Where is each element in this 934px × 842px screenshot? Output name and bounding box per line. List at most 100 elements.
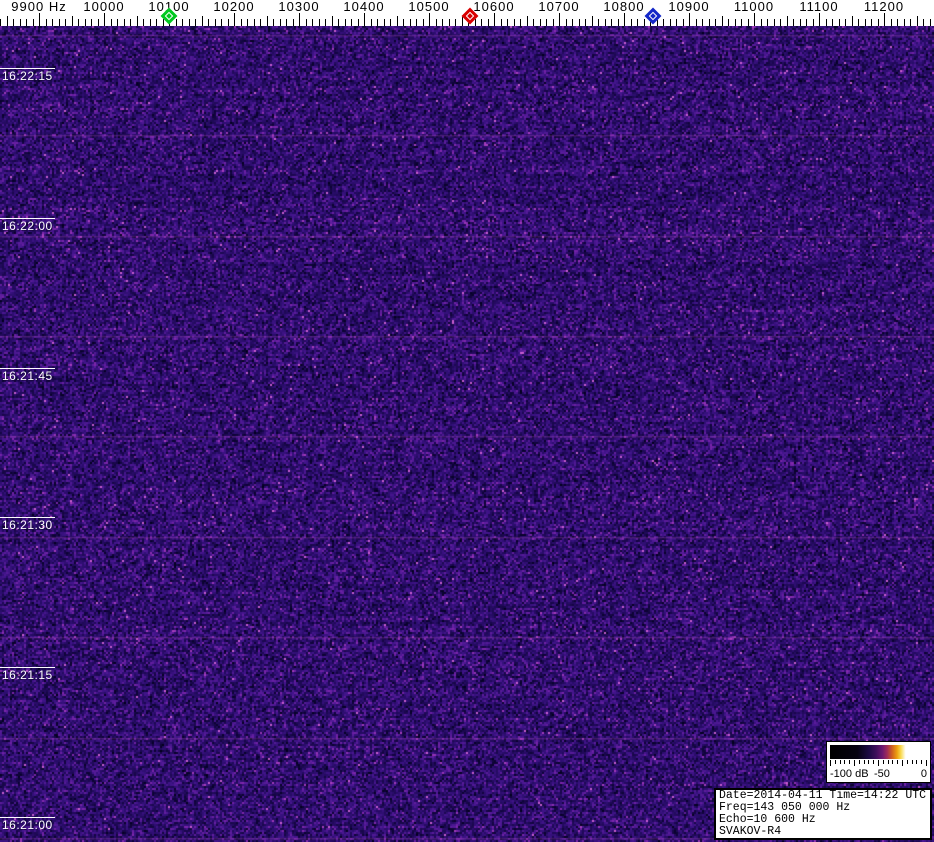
- red-marker-dot: [467, 13, 473, 19]
- freq-label: 10500: [408, 0, 450, 14]
- freq-label: 10600: [473, 0, 515, 14]
- colorbar-tick: [921, 760, 922, 764]
- freq-tick: [195, 19, 196, 26]
- freq-tick: [624, 13, 625, 26]
- freq-tick: [735, 19, 736, 26]
- freq-tick: [598, 19, 599, 26]
- freq-tick: [306, 19, 307, 26]
- color-scale-labels: -100 dB -50 0: [830, 768, 927, 780]
- freq-tick: [559, 13, 560, 26]
- freq-tick: [202, 16, 203, 26]
- freq-tick: [221, 19, 222, 26]
- freq-tick: [59, 19, 60, 26]
- freq-tick: [618, 19, 619, 26]
- colorbar-tick: [912, 760, 913, 764]
- freq-tick: [423, 19, 424, 26]
- freq-tick: [85, 19, 86, 26]
- freq-tick: [722, 16, 723, 26]
- freq-tick: [819, 13, 820, 26]
- freq-tick: [793, 19, 794, 26]
- freq-tick: [176, 19, 177, 26]
- freq-label: 10900: [668, 0, 710, 14]
- freq-tick: [130, 19, 131, 26]
- colorbar-tick: [897, 760, 898, 764]
- freq-tick: [351, 19, 352, 26]
- freq-tick: [696, 19, 697, 26]
- freq-tick: [631, 19, 632, 26]
- freq-tick: [813, 19, 814, 26]
- freq-tick: [501, 19, 502, 26]
- freq-tick: [780, 19, 781, 26]
- freq-tick: [215, 19, 216, 26]
- time-label: 16:21:45: [2, 369, 53, 383]
- freq-tick: [605, 19, 606, 26]
- color-scale-ticks: [830, 760, 927, 766]
- colorbar-tick: [854, 760, 855, 766]
- freq-tick: [507, 19, 508, 26]
- freq-tick: [449, 19, 450, 26]
- freq-tick: [319, 19, 320, 26]
- freq-tick: [533, 19, 534, 26]
- freq-tick: [91, 19, 92, 26]
- colorbar-tick: [830, 760, 831, 766]
- freq-tick: [182, 19, 183, 26]
- freq-tick: [0, 19, 1, 26]
- colorbar-tick: [888, 760, 889, 764]
- freq-tick: [384, 19, 385, 26]
- freq-tick: [494, 13, 495, 26]
- freq-tick: [910, 19, 911, 26]
- freq-tick: [897, 19, 898, 26]
- freq-tick: [104, 13, 105, 26]
- freq-tick: [839, 19, 840, 26]
- freq-tick: [917, 16, 918, 26]
- freq-tick: [137, 16, 138, 26]
- freq-tick: [891, 19, 892, 26]
- freq-tick: [13, 19, 14, 26]
- freq-label: 11200: [863, 0, 905, 14]
- freq-tick: [33, 19, 34, 26]
- freq-tick: [156, 19, 157, 26]
- colorbar-tick: [868, 760, 869, 764]
- freq-tick: [312, 19, 313, 26]
- freq-tick: [78, 19, 79, 26]
- colorbar-tick: [844, 760, 845, 764]
- freq-tick: [332, 16, 333, 26]
- freq-tick: [741, 19, 742, 26]
- freq-tick: [377, 19, 378, 26]
- freq-tick: [852, 16, 853, 26]
- freq-tick: [520, 19, 521, 26]
- freq-tick: [527, 16, 528, 26]
- freq-tick: [228, 19, 229, 26]
- freq-tick: [884, 13, 885, 26]
- freq-tick: [46, 19, 47, 26]
- freq-tick: [728, 19, 729, 26]
- freq-tick: [637, 19, 638, 26]
- freq-tick: [98, 19, 99, 26]
- blue-marker-dot: [650, 13, 657, 19]
- freq-tick: [358, 19, 359, 26]
- freq-tick: [286, 19, 287, 26]
- freq-tick: [683, 19, 684, 26]
- freq-tick: [436, 19, 437, 26]
- freq-tick: [540, 19, 541, 26]
- freq-tick: [26, 19, 27, 26]
- freq-tick: [787, 16, 788, 26]
- time-label: 16:21:30: [2, 518, 53, 532]
- freq-tick: [293, 19, 294, 26]
- freq-tick: [208, 19, 209, 26]
- freq-tick: [871, 19, 872, 26]
- freq-label: 11000: [733, 0, 775, 14]
- freq-tick: [410, 19, 411, 26]
- freq-label: 10700: [538, 0, 580, 14]
- freq-tick: [325, 19, 326, 26]
- freq-tick: [338, 19, 339, 26]
- freq-tick: [52, 19, 53, 26]
- colorbar-tick: [878, 760, 879, 766]
- freq-tick: [260, 19, 261, 26]
- freq-tick: [826, 19, 827, 26]
- freq-tick: [754, 13, 755, 26]
- freq-tick: [267, 16, 268, 26]
- colorbar-tick: [926, 760, 927, 766]
- freq-tick: [442, 19, 443, 26]
- freq-label: 10300: [278, 0, 320, 14]
